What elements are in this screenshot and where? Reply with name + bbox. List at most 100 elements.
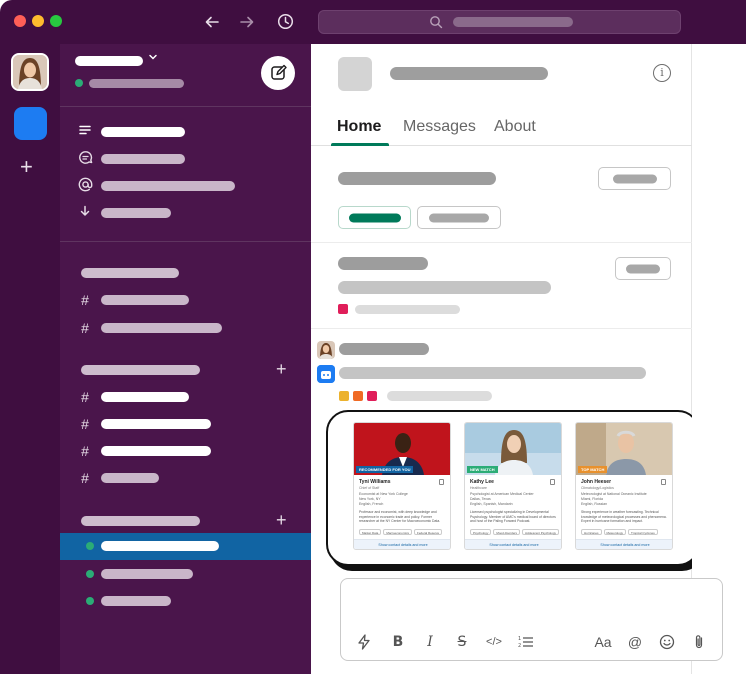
section-header-dms[interactable]: [81, 516, 200, 526]
title-bar: [0, 0, 746, 44]
card-tag: Tropical Cyclones: [628, 529, 658, 535]
channel-name: [101, 392, 189, 402]
card-tag: Adolescent Psychology: [522, 529, 560, 535]
hash-icon: #: [81, 320, 89, 336]
workspace-name[interactable]: [75, 56, 143, 66]
tag-color: [367, 391, 377, 401]
app-window: + # # + # # # # + i Home Messages About …: [0, 0, 746, 674]
show-contact-details-link[interactable]: Show contact details and more: [354, 539, 450, 549]
dm-name: [101, 541, 219, 551]
plus-icon[interactable]: +: [276, 359, 287, 380]
show-contact-details-link[interactable]: Show contact details and more: [576, 539, 672, 549]
message-avatar[interactable]: [317, 341, 335, 359]
share-icon[interactable]: [439, 479, 444, 485]
tag-color: [353, 391, 363, 401]
sidebar-item-label: [101, 181, 235, 191]
channel-title: [390, 67, 548, 80]
history-clock-icon[interactable]: [273, 10, 297, 34]
sidebar-channel[interactable]: #: [60, 411, 311, 437]
sidebar-dm-selected[interactable]: [60, 533, 311, 560]
bot-avatar[interactable]: [317, 365, 335, 383]
hash-icon: #: [81, 389, 89, 405]
channel-tabs: Home Messages About: [311, 104, 692, 146]
shortcuts-icon[interactable]: [353, 631, 375, 653]
add-workspace-icon[interactable]: +: [20, 156, 33, 178]
sidebar-dm[interactable]: [60, 561, 311, 587]
workspace-rail: +: [0, 44, 60, 674]
text-format-icon[interactable]: Aa: [592, 631, 614, 653]
dms-icon: [76, 150, 94, 168]
section-divider: [311, 242, 692, 243]
sidebar-channel[interactable]: #: [60, 287, 311, 313]
card-tags: Psychology Mood disorders Adolescent Psy…: [470, 529, 560, 535]
card-role: Healthcare: [470, 486, 487, 490]
card-tag: Market Data: [359, 529, 382, 535]
card-tag: Federal Reserve: [414, 529, 443, 535]
sidebar-item-label: [101, 127, 185, 137]
card-detail: Dallas, Texas: [470, 497, 491, 501]
card-tag: Meteorology: [603, 529, 627, 535]
plus-icon[interactable]: +: [276, 510, 287, 531]
sidebar-channel[interactable]: #: [60, 315, 311, 341]
profile-card[interactable]: RECOMMENDED FOR YOU Tyni Williams Chief …: [353, 422, 451, 550]
forward-arrow-icon[interactable]: [235, 10, 259, 34]
sidebar-item-threads[interactable]: [60, 119, 311, 145]
mention-icon[interactable]: @: [624, 631, 646, 653]
sidebar-channel[interactable]: #: [60, 438, 311, 464]
sidebar-dm[interactable]: [60, 588, 311, 614]
share-icon[interactable]: [550, 479, 555, 485]
card-tag: Macroeconomics: [383, 529, 413, 535]
zoom-window-button[interactable]: [50, 15, 62, 27]
workspace-switcher-button[interactable]: [14, 107, 47, 140]
show-contact-details-link[interactable]: Show contact details and more: [465, 539, 561, 549]
info-icon[interactable]: i: [653, 64, 671, 82]
sidebar-item-drafts[interactable]: [60, 200, 311, 226]
section-header-starred[interactable]: [81, 268, 179, 278]
secondary-action-button[interactable]: [417, 206, 501, 229]
svg-text:1: 1: [518, 636, 521, 642]
chevron-down-icon[interactable]: [148, 52, 158, 65]
search-input[interactable]: [318, 10, 681, 34]
card-name: Tyni Williams: [359, 479, 391, 485]
compose-icon: [271, 64, 287, 80]
tab-about[interactable]: About: [494, 118, 536, 136]
tab-messages[interactable]: Messages: [403, 118, 476, 136]
channel-name: [101, 419, 211, 429]
back-arrow-icon[interactable]: [200, 10, 224, 34]
code-icon[interactable]: </>: [483, 631, 505, 653]
section-action-button[interactable]: [598, 167, 671, 190]
profile-card[interactable]: TOP MATCH John Heeser Climatology/Logist…: [575, 422, 673, 550]
compose-button[interactable]: [261, 56, 295, 90]
hash-icon: #: [81, 416, 89, 432]
sidebar-item-dms[interactable]: [60, 146, 311, 172]
card-detail: Meteorologist at National Oceanic Instit…: [581, 492, 647, 496]
card-tags: Market Data Macroeconomics Federal Reser…: [359, 529, 449, 535]
profile-card[interactable]: NEW MATCH Kathy Lee Healthcare Psycholog…: [464, 422, 562, 550]
emoji-icon[interactable]: [656, 631, 678, 653]
user-avatar[interactable]: [11, 53, 49, 91]
card-description: Strong experience in weather forecasting…: [581, 510, 667, 524]
sidebar-item-mentions[interactable]: [60, 173, 311, 199]
card-detail: English, French: [359, 502, 384, 506]
card-detail: Economist at New York College: [359, 492, 408, 496]
primary-action-button[interactable]: [338, 206, 411, 229]
section-header-channels[interactable]: [81, 365, 200, 375]
numbered-list-icon[interactable]: 12: [515, 631, 537, 653]
attach-icon[interactable]: [688, 631, 710, 653]
message-input[interactable]: [341, 579, 721, 623]
share-icon[interactable]: [661, 479, 666, 485]
strikethrough-icon[interactable]: S: [451, 631, 473, 653]
hash-icon: #: [81, 443, 89, 459]
tab-home[interactable]: Home: [337, 118, 381, 136]
bold-icon[interactable]: B: [387, 631, 409, 653]
sidebar-channel[interactable]: #: [60, 465, 311, 491]
card-tag: Psychology: [470, 529, 492, 535]
sidebar-channel[interactable]: #: [60, 384, 311, 410]
close-window-button[interactable]: [14, 15, 26, 27]
presence-dot: [75, 79, 83, 87]
section-action-button[interactable]: [615, 257, 671, 280]
italic-icon[interactable]: I: [419, 631, 441, 653]
minimize-window-button[interactable]: [32, 15, 44, 27]
channel-name: [101, 323, 222, 333]
sidebar-divider: [60, 241, 311, 242]
